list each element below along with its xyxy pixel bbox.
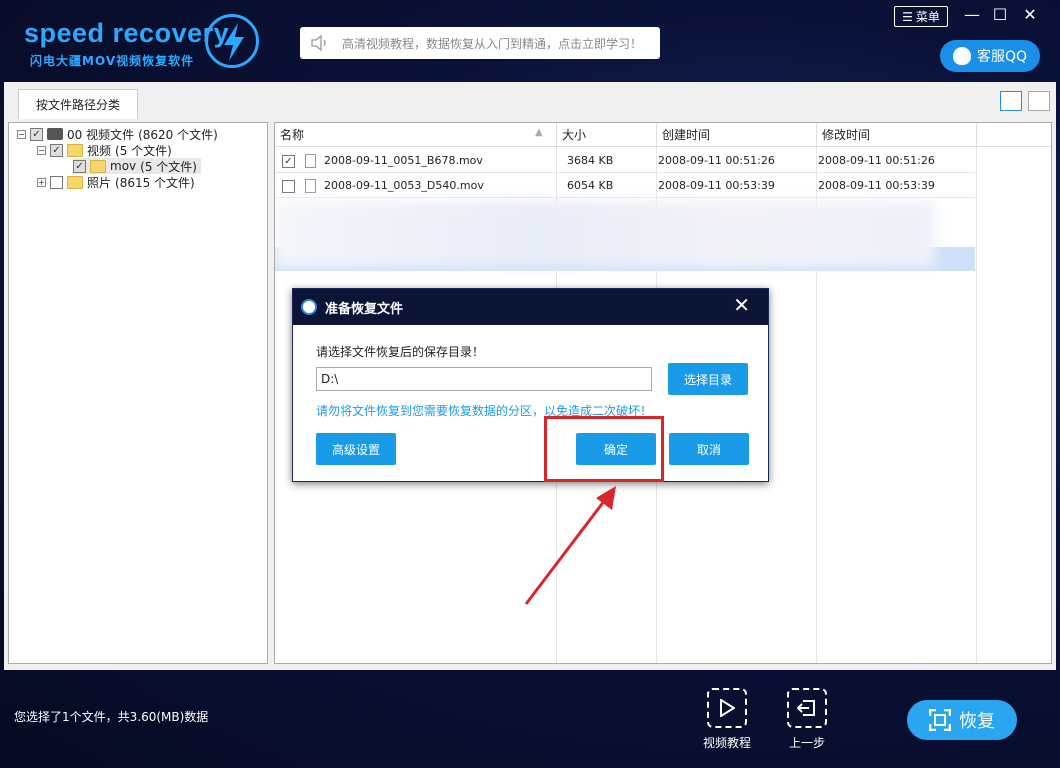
folder-tree: − ✓ 00 视频文件 (8620 个文件) − ✓ 视频 (5 个文件) ✓ … <box>8 122 268 664</box>
restore-dialog: 准备恢复文件 ✕ 请选择文件恢复后的保存目录！ 选择目录 请勿将文件恢复到您需要… <box>292 288 769 482</box>
expand-icon[interactable]: + <box>37 177 46 187</box>
exit-icon <box>787 688 827 728</box>
save-dir-label: 请选择文件恢复后的保存目录！ <box>316 345 485 359</box>
minimize-icon[interactable]: — <box>962 6 982 26</box>
back-button[interactable]: 上一步 <box>772 688 842 751</box>
list-view-icon[interactable] <box>1000 91 1022 111</box>
video-tutorial-button[interactable]: 视频教程 <box>692 688 762 751</box>
tree-checkbox[interactable]: ✓ <box>30 127 43 141</box>
selection-status: 您选择了1个文件，共3.60(MB)数据 <box>14 710 209 724</box>
file-icon <box>304 154 316 168</box>
maximize-icon[interactable]: ☐ <box>990 6 1010 26</box>
highlight-box <box>544 416 664 482</box>
dialog-title-bar: 准备恢复文件 ✕ <box>293 289 768 325</box>
file-name: 2008-09-11_0051_B678.mov <box>324 154 483 167</box>
table-row[interactable]: ✓ 2008-09-11_0051_B678.mov 3684 KB 2008-… <box>275 148 975 173</box>
file-size: 6054 KB <box>567 179 614 192</box>
file-modified: 2008-09-11 00:53:39 <box>818 179 935 192</box>
header: speed recovery 闪电大疆MOV视频恢复软件 高清视频教程，数据恢复… <box>0 0 1060 82</box>
folder-icon <box>90 159 106 173</box>
tree-checkbox[interactable]: ✓ <box>73 159 86 173</box>
table-row[interactable]: 2008-09-11_0053_D540.mov 6054 KB 2008-09… <box>275 173 975 198</box>
scan-icon <box>929 709 951 731</box>
close-icon[interactable]: ✕ <box>1020 6 1040 26</box>
file-modified: 2008-09-11 00:51:26 <box>818 154 935 167</box>
column-created[interactable]: 创建时间 <box>657 123 817 147</box>
collapse-icon[interactable]: − <box>17 129 26 139</box>
advanced-settings-button[interactable]: 高级设置 <box>316 433 396 465</box>
column-name[interactable]: 名称 <box>275 123 557 147</box>
customer-service-qq-button[interactable]: 客服QQ <box>940 40 1040 72</box>
logo-text: speed recovery <box>24 18 230 48</box>
notice-text: 高清视频教程，数据恢复从入门到精通，点击立即学习！ <box>342 36 643 51</box>
qq-penguin-icon <box>952 47 971 65</box>
restore-button[interactable]: 恢复 <box>907 700 1017 740</box>
menu-button[interactable]: ☰ 菜单 <box>894 6 948 27</box>
file-checkbox[interactable]: ✓ <box>282 154 295 168</box>
file-name: 2008-09-11_0053_D540.mov <box>324 179 484 192</box>
save-path-input[interactable] <box>316 367 652 391</box>
dialog-title: 准备恢复文件 <box>325 301 404 317</box>
tab-by-file-path[interactable]: 按文件路径分类 <box>18 89 138 119</box>
tree-checkbox[interactable] <box>50 175 63 189</box>
column-size[interactable]: 大小 <box>557 123 657 147</box>
hamburger-icon: ☰ <box>902 9 913 24</box>
file-created: 2008-09-11 00:53:39 <box>658 179 775 192</box>
folder-icon <box>67 143 83 157</box>
sort-arrow-icon: ▲ <box>535 127 543 138</box>
file-icon <box>304 179 316 193</box>
file-size: 3684 KB <box>567 154 614 167</box>
app-logo-icon <box>301 299 317 315</box>
lightning-logo-icon <box>205 14 259 68</box>
list-header: 名称 ▲ 大小 创建时间 修改时间 <box>275 123 1051 147</box>
play-icon <box>707 688 747 728</box>
speaker-icon <box>311 35 326 51</box>
choose-directory-button[interactable]: 选择目录 <box>668 363 748 395</box>
app-window: speed recovery 闪电大疆MOV视频恢复软件 高清视频教程，数据恢复… <box>0 0 1060 768</box>
view-toggle <box>1000 91 1050 111</box>
cancel-button[interactable]: 取消 <box>669 433 749 465</box>
drive-icon <box>47 128 63 140</box>
logo-subtitle: 闪电大疆MOV视频恢复软件 <box>30 54 195 68</box>
grid-view-icon[interactable] <box>1028 91 1050 111</box>
tree-item-video[interactable]: − ✓ 视频 (5 个文件) <box>37 142 172 158</box>
file-created: 2008-09-11 00:51:26 <box>658 154 775 167</box>
tutorial-notice-bar[interactable]: 高清视频教程，数据恢复从入门到精通，点击立即学习！ <box>300 27 660 59</box>
file-checkbox[interactable] <box>282 179 295 193</box>
folder-icon <box>67 175 83 189</box>
tree-item-photos[interactable]: + 照片 (8615 个文件) <box>37 174 195 190</box>
tree-item-video-files[interactable]: − ✓ 00 视频文件 (8620 个文件) <box>17 126 218 142</box>
tree-checkbox[interactable]: ✓ <box>50 143 63 157</box>
blurred-rows <box>275 201 935 267</box>
column-modified[interactable]: 修改时间 <box>817 123 977 147</box>
close-icon[interactable]: ✕ <box>733 293 750 317</box>
red-arrow-annotation <box>524 486 616 605</box>
collapse-icon[interactable]: − <box>37 145 46 155</box>
tree-item-mov[interactable]: ✓ mov (5 个文件) <box>73 158 201 174</box>
